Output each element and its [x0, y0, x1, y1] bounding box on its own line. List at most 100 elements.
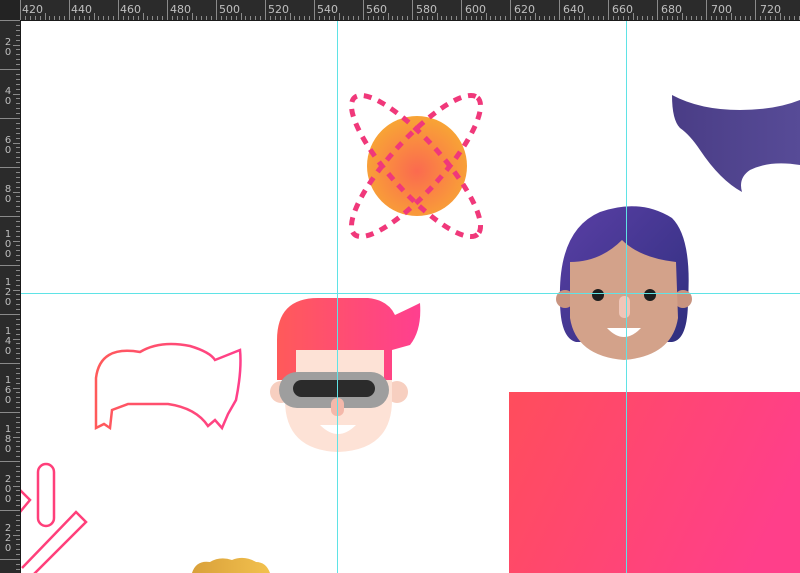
ruler-tick [16, 465, 20, 467]
ruler-tick [16, 206, 20, 208]
ruler-tick [16, 304, 20, 306]
ruler-tick [16, 64, 20, 66]
ruler-tick [206, 16, 208, 20]
ruler-tick [13, 436, 20, 438]
ruler-tick [549, 16, 551, 20]
ruler-tick [132, 16, 134, 20]
ruler-origin-corner[interactable] [0, 0, 20, 20]
ruler-tick [637, 16, 639, 20]
ruler-tick [16, 279, 20, 281]
ruler-tick [16, 88, 20, 90]
ruler-tick [559, 0, 560, 20]
ruler-tick [250, 16, 252, 20]
vertical-guide[interactable] [337, 0, 338, 573]
ruler-tick [162, 16, 164, 20]
horizontal-guide[interactable] [20, 293, 800, 294]
ruler-tick [64, 16, 66, 20]
ruler-tick [16, 245, 20, 247]
ruler-tick [73, 16, 75, 20]
ruler-tick [16, 333, 20, 335]
purple-horn-shape[interactable] [672, 95, 800, 192]
ruler-tick [691, 16, 693, 20]
orange-planet-icon[interactable] [335, 80, 497, 252]
ruler-tick [622, 16, 624, 20]
gold-curly-hair-shape[interactable] [192, 557, 270, 573]
ruler-tick [16, 157, 20, 159]
ruler-tick [16, 284, 20, 286]
ruler-label: 700 [711, 3, 732, 16]
ruler-tick [514, 16, 516, 20]
ruler-tick [16, 348, 20, 350]
ruler-tick [245, 16, 247, 20]
ruler-tick [16, 211, 20, 213]
ruler-label: 440 [71, 3, 92, 16]
ruler-tick [578, 16, 580, 20]
ruler-tick [16, 34, 20, 36]
ruler-tick [216, 0, 217, 20]
ruler-tick [16, 451, 20, 453]
ruler-tick [54, 16, 56, 20]
ruler-tick [348, 16, 350, 20]
ruler-tick [16, 235, 20, 237]
ruler-tick [44, 13, 46, 20]
ruler-tick [412, 0, 413, 20]
paperclip-outline-shape[interactable] [21, 462, 88, 573]
ruler-tick [34, 16, 36, 20]
ruler-tick [617, 16, 619, 20]
artwork [21, 80, 800, 573]
ruler-tick [16, 549, 20, 551]
ruler-tick [647, 16, 649, 20]
ruler-tick [529, 16, 531, 20]
ruler-tick [83, 16, 85, 20]
ruler-tick [759, 16, 761, 20]
ruler-tick [16, 122, 20, 124]
pink-hair-visor-avatar[interactable] [270, 298, 421, 452]
pink-gradient-rectangle[interactable] [509, 392, 800, 573]
ruler-tick [171, 16, 173, 20]
horizontal-ruler[interactable]: 420 440 460 480 500 520 540 560 580 600 … [0, 0, 800, 21]
ruler-tick [16, 358, 20, 360]
ruler-tick [167, 0, 168, 20]
ruler-tick [784, 16, 786, 20]
ruler-tick [686, 16, 688, 20]
ruler-tick [0, 265, 20, 266]
ruler-tick [16, 377, 20, 379]
ruler-tick [16, 230, 20, 232]
purple-hair-avatar[interactable] [556, 206, 692, 360]
ruler-tick [16, 456, 20, 458]
ruler-tick [13, 338, 20, 340]
artboard-canvas[interactable] [21, 21, 800, 573]
vertical-ruler[interactable]: 20 40 60 80 100 120 140 160 180 200 220 [0, 20, 21, 573]
ruler-tick [16, 29, 20, 31]
ruler-tick [16, 127, 20, 129]
ruler-tick [16, 529, 20, 531]
ruler-tick [475, 16, 477, 20]
ruler-tick [632, 13, 634, 20]
ruler-tick [16, 495, 20, 497]
ruler-label: 80 [4, 184, 12, 205]
ruler-tick [397, 16, 399, 20]
ruler-tick [16, 137, 20, 139]
ruler-label: 60 [4, 135, 12, 156]
ruler-label: 640 [563, 3, 584, 16]
ruler-tick [16, 367, 20, 369]
ruler-tick [0, 461, 20, 462]
ruler-tick [16, 544, 20, 546]
ruler-tick [0, 118, 20, 119]
ruler-tick [16, 147, 20, 149]
ruler-label: 480 [170, 3, 191, 16]
ruler-label: 680 [661, 3, 682, 16]
ruler-tick [363, 0, 364, 20]
ruler-label: 520 [268, 3, 289, 16]
vertical-guide[interactable] [626, 0, 627, 573]
ruler-tick [446, 16, 448, 20]
ruler-tick [16, 299, 20, 301]
ruler-tick [13, 142, 20, 144]
ruler-tick [16, 250, 20, 252]
ruler-tick [16, 54, 20, 56]
hair-outline-shape[interactable] [94, 342, 242, 431]
ruler-tick [260, 16, 262, 20]
ruler-tick [299, 16, 301, 20]
ruler-tick [510, 0, 511, 20]
ruler-tick [554, 16, 556, 20]
